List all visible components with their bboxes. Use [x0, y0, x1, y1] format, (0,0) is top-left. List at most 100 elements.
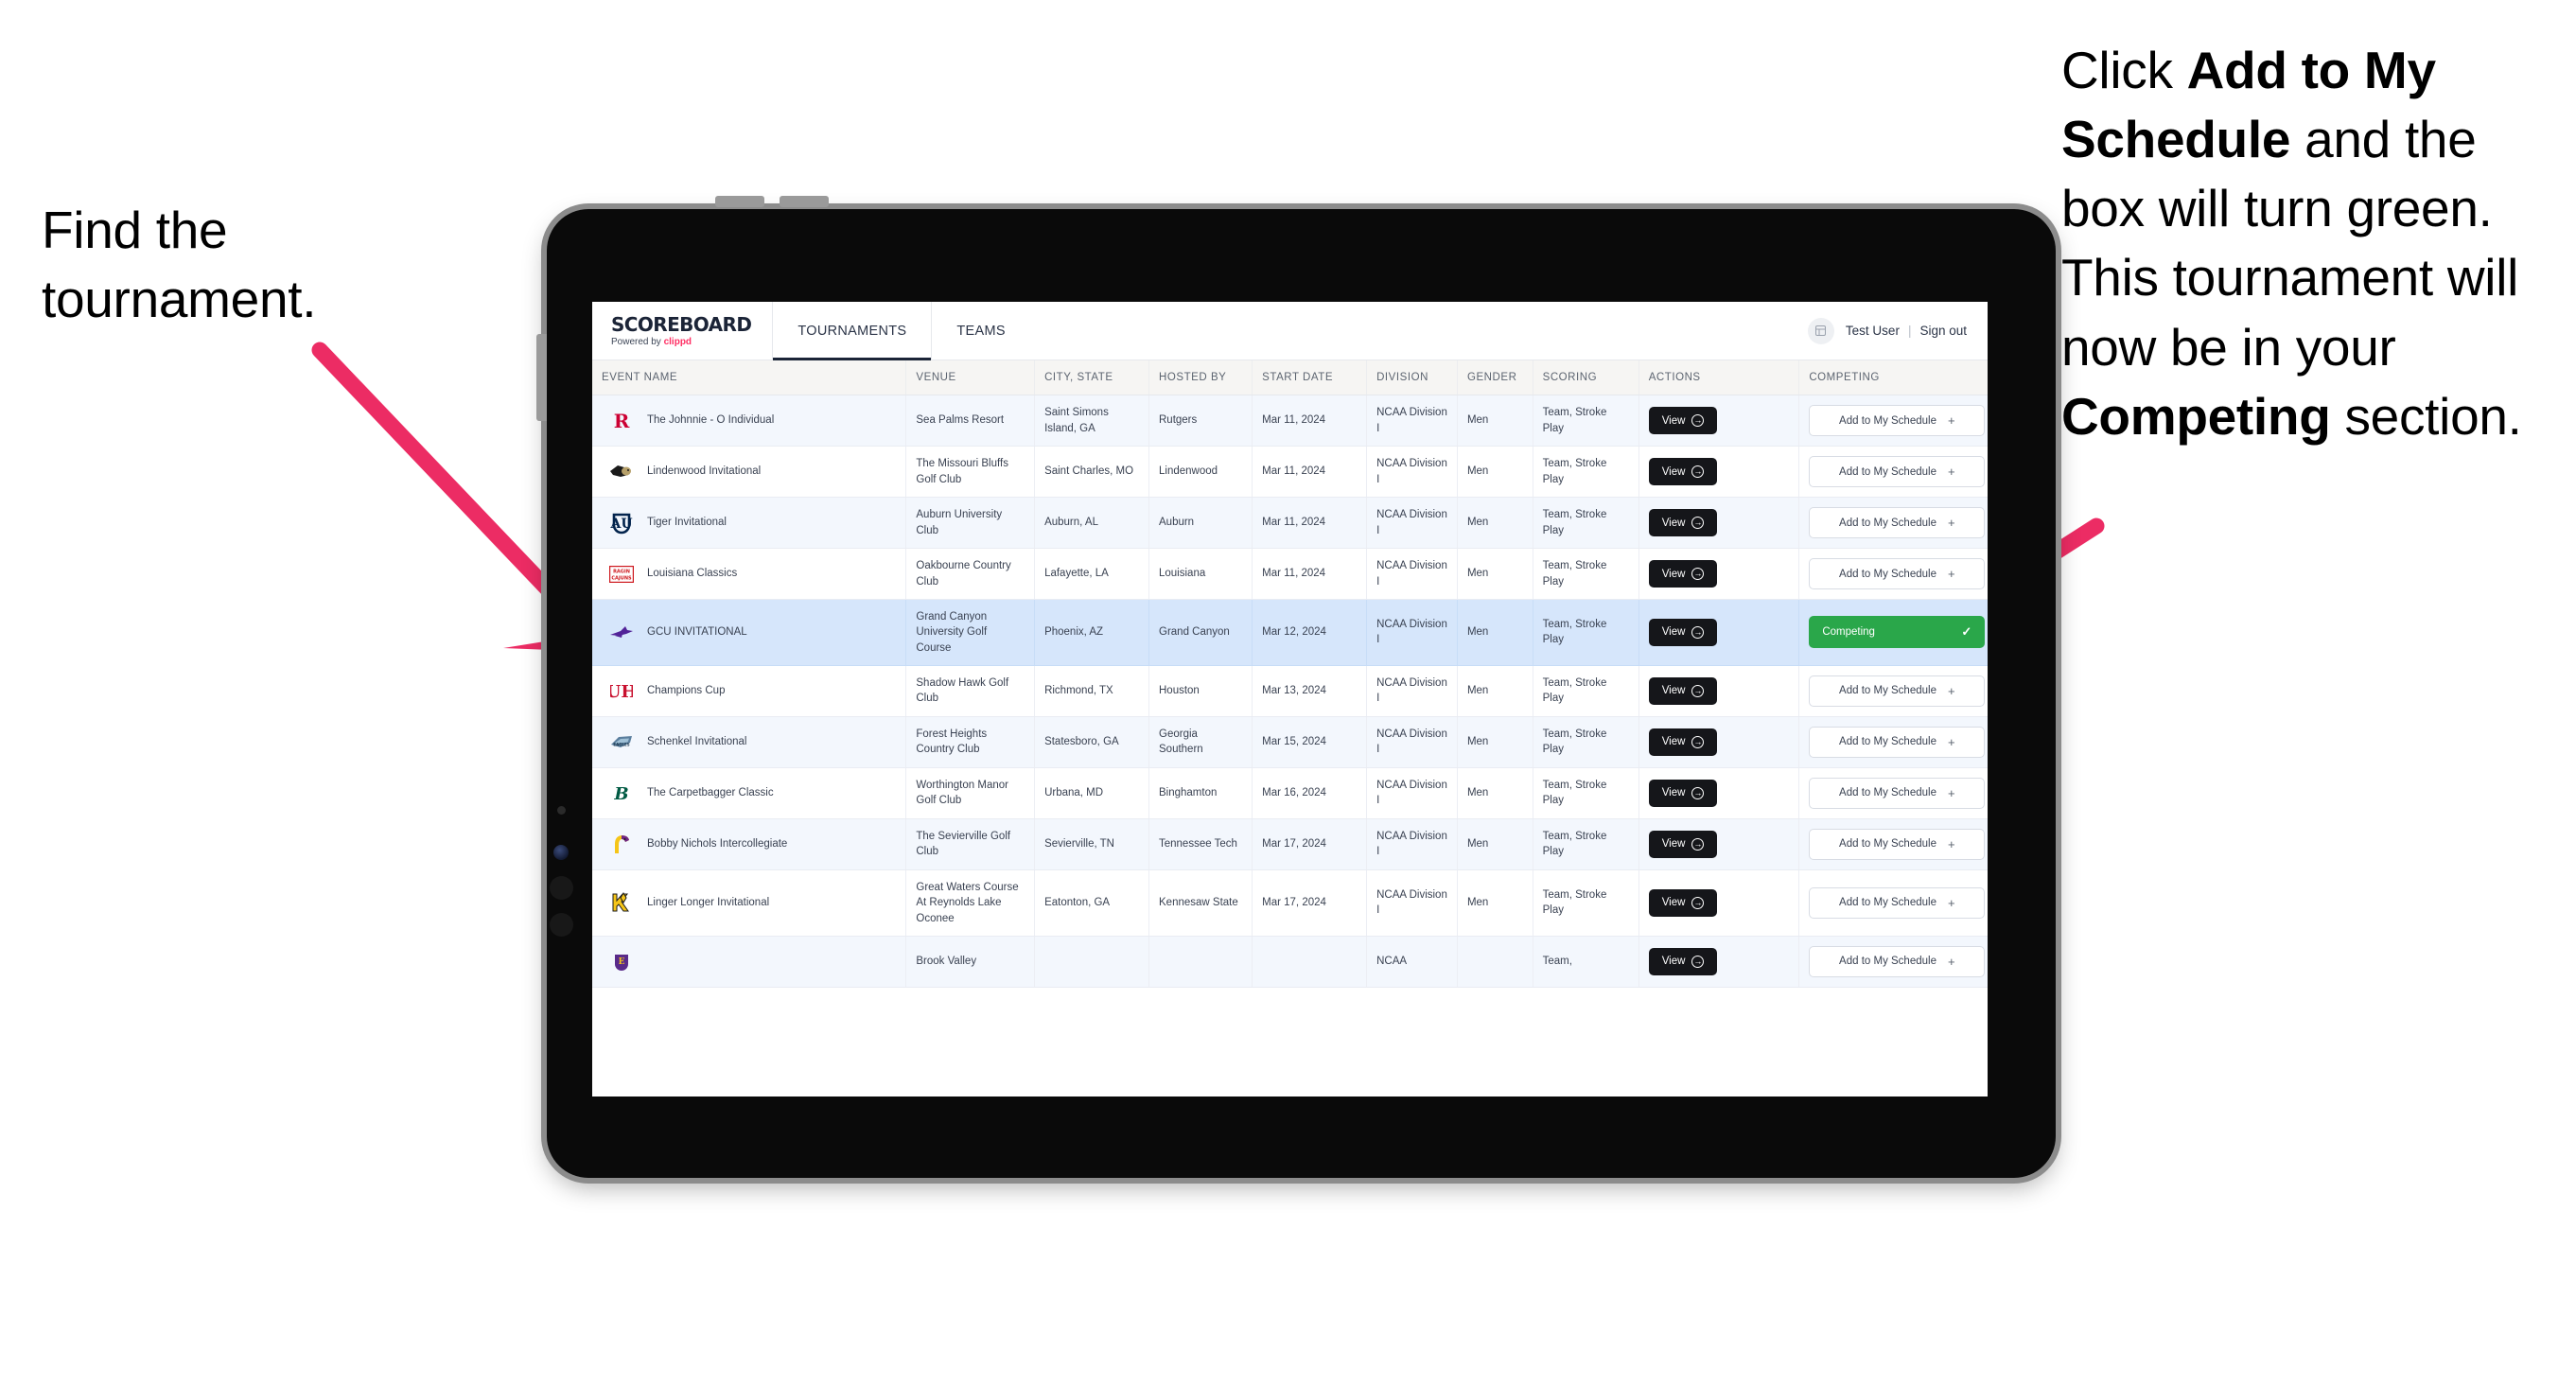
table-row[interactable]: EAGLES Schenkel Invitational Forest Height…	[592, 716, 1988, 768]
power-button[interactable]	[536, 334, 547, 421]
view-button[interactable]: View →	[1648, 779, 1718, 807]
cell-gender: Men	[1457, 767, 1533, 819]
plus-icon: +	[1947, 895, 1955, 910]
add-to-my-schedule-button[interactable]: Add to My Schedule +	[1809, 405, 1986, 436]
gcu-logo	[609, 620, 634, 644]
camera-lens-secondary-icon	[550, 876, 573, 900]
table-row[interactable]: GCU INVITATIONAL Grand Canyon University …	[592, 599, 1988, 666]
cell-actions: View →	[1638, 936, 1800, 988]
view-button[interactable]: View →	[1648, 947, 1718, 975]
column-header-event-name[interactable]: EVENT NAME	[592, 360, 907, 395]
cell-division: NCAA Division I	[1366, 548, 1458, 600]
add-to-my-schedule-button[interactable]: Add to My Schedule +	[1809, 558, 1986, 589]
table-row[interactable]: Linger Longer Invitational Great Waters C…	[592, 869, 1988, 937]
header-right-group: Test User | Sign out	[1807, 302, 1988, 360]
sign-out-link[interactable]: Sign out	[1919, 324, 1967, 338]
competing-button[interactable]: Competing ✓	[1809, 616, 1986, 649]
tab-tournaments-label: TOURNAMENTS	[797, 323, 907, 339]
add-to-my-schedule-button[interactable]: Add to My Schedule +	[1809, 945, 1986, 977]
column-header-scoring[interactable]: SCORING	[1533, 360, 1639, 395]
tournaments-table-container[interactable]: EVENT NAME VENUE CITY, STATE HOSTED BY START…	[592, 360, 1988, 1097]
add-to-my-schedule-button[interactable]: Add to My Schedule +	[1809, 777, 1986, 809]
cell-event-name: Linger Longer Invitational	[592, 869, 907, 937]
table-row[interactable]: E Brook Valley NCAA Team, View → Add to My Sch…	[592, 936, 1988, 988]
kennesaw-logo	[609, 890, 634, 915]
column-header-hosted-by[interactable]: HOSTED BY	[1148, 360, 1253, 395]
browser-viewport: SCOREBOARD Powered by clippd TOURNAMENTS…	[592, 302, 1988, 1097]
cell-actions: View →	[1638, 446, 1800, 498]
cell-city-state: Richmond, TX	[1034, 665, 1149, 717]
table-row[interactable]: Bobby Nichols Intercollegiate The Sevierv…	[592, 818, 1988, 870]
cell-competing: Add to My Schedule +	[1798, 395, 1988, 447]
add-to-my-schedule-button[interactable]: Add to My Schedule +	[1809, 726, 1986, 758]
add-to-my-schedule-button[interactable]: Add to My Schedule +	[1809, 886, 1986, 919]
add-to-my-schedule-label: Add to My Schedule	[1839, 414, 1936, 427]
cell-start-date: Mar 12, 2024	[1252, 599, 1368, 666]
cell-scoring: Team, Stroke Play	[1533, 869, 1639, 937]
add-to-my-schedule-button[interactable]: Add to My Schedule +	[1809, 828, 1986, 860]
competing-button-label: Competing	[1822, 626, 1875, 639]
view-button[interactable]: View →	[1648, 728, 1718, 756]
cell-actions: View →	[1638, 716, 1800, 768]
cell-scoring: Team, Stroke Play	[1533, 446, 1639, 498]
add-to-my-schedule-label: Add to My Schedule	[1839, 787, 1936, 799]
volume-up-button[interactable]	[715, 196, 764, 207]
grid-icon[interactable]	[1807, 317, 1834, 344]
column-header-venue[interactable]: VENUE	[905, 360, 1036, 395]
plus-icon: +	[1947, 836, 1955, 851]
view-button-label: View	[1661, 736, 1686, 748]
view-button[interactable]: View →	[1648, 888, 1718, 917]
event-name-label: Bobby Nichols Intercollegiate	[647, 838, 788, 851]
cell-start-date: Mar 11, 2024	[1252, 497, 1368, 549]
view-button[interactable]: View →	[1648, 830, 1718, 858]
cell-venue: Oakbourne Country Club	[905, 548, 1036, 600]
event-name-label: The Carpetbagger Classic	[647, 787, 774, 799]
column-header-competing[interactable]: COMPETING	[1798, 360, 1988, 395]
column-header-start-date[interactable]: START DATE	[1252, 360, 1368, 395]
add-to-my-schedule-label: Add to My Schedule	[1839, 956, 1936, 968]
view-button[interactable]: View →	[1648, 560, 1718, 588]
view-button-label: View	[1661, 414, 1686, 427]
cell-hosted-by: Georgia Southern	[1148, 716, 1253, 768]
add-to-my-schedule-button[interactable]: Add to My Schedule +	[1809, 675, 1986, 707]
table-row[interactable]: RAGIN CAJUNS Louisiana Classics Oakbourne C…	[592, 548, 1988, 600]
view-button[interactable]: View →	[1648, 618, 1718, 646]
ecu-logo: E	[609, 949, 634, 974]
cell-competing: Add to My Schedule +	[1798, 767, 1988, 819]
cell-city-state: Sevierville, TN	[1034, 818, 1149, 870]
cell-actions: View →	[1638, 548, 1800, 600]
table-row[interactable]: B The Carpetbagger Classic Worthington Man…	[592, 767, 1988, 819]
table-row[interactable]: Lindenwood Invitational The Missouri Bluf…	[592, 446, 1988, 498]
view-button[interactable]: View →	[1648, 458, 1718, 485]
arrow-right-circle-icon: →	[1691, 568, 1705, 580]
tab-teams[interactable]: TEAMS	[932, 302, 1029, 360]
cell-city-state: Saint Charles, MO	[1034, 446, 1149, 498]
brand-logo[interactable]: SCOREBOARD Powered by clippd	[592, 302, 772, 360]
camera-lens-icon	[553, 845, 569, 860]
brand-name: SCOREBOARD	[611, 312, 752, 336]
cell-actions: View →	[1638, 869, 1800, 937]
view-button[interactable]: View →	[1648, 509, 1718, 536]
table-row[interactable]: R The Johnnie - O Individual Sea Palms Res…	[592, 395, 1988, 447]
plus-icon: +	[1947, 516, 1955, 530]
view-button[interactable]: View →	[1648, 676, 1718, 705]
cell-division: NCAA Division I	[1366, 599, 1458, 666]
cell-event-name: E	[592, 936, 907, 988]
cell-gender: Men	[1457, 446, 1533, 498]
add-to-my-schedule-button[interactable]: Add to My Schedule +	[1809, 456, 1986, 487]
cell-division: NCAA Division I	[1366, 716, 1458, 768]
plus-icon: +	[1947, 785, 1955, 800]
view-button[interactable]: View →	[1648, 407, 1718, 434]
table-row[interactable]: UH Champions Cup Shadow Hawk Golf Club Rich…	[592, 665, 1988, 717]
tab-tournaments[interactable]: TOURNAMENTS	[772, 302, 933, 360]
cell-competing: Add to My Schedule +	[1798, 446, 1988, 498]
add-to-my-schedule-label: Add to My Schedule	[1839, 838, 1936, 851]
column-header-actions[interactable]: ACTIONS	[1638, 360, 1800, 395]
column-header-division[interactable]: DIVISION	[1366, 360, 1458, 395]
add-to-my-schedule-button[interactable]: Add to My Schedule +	[1809, 507, 1986, 538]
table-row[interactable]: AU Tiger Invitational Auburn University Cl…	[592, 497, 1988, 549]
column-header-city-state[interactable]: CITY, STATE	[1034, 360, 1149, 395]
column-header-gender[interactable]: GENDER	[1457, 360, 1533, 395]
volume-down-button[interactable]	[780, 196, 829, 207]
user-name: Test User	[1845, 324, 1900, 338]
